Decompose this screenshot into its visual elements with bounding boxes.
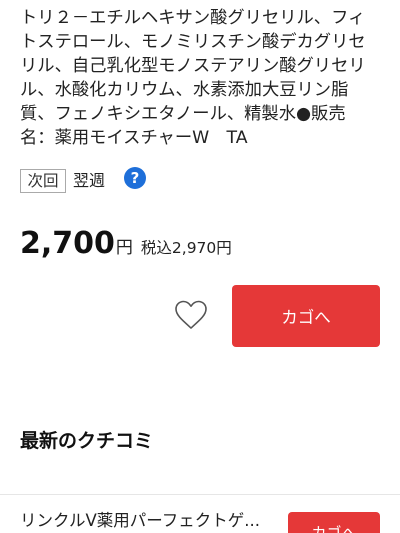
price-amount: 2,700 (20, 226, 115, 261)
related-item-cart-label: カゴへ (311, 524, 357, 533)
related-item-cart-button[interactable]: カゴへ (288, 512, 380, 533)
ingredients-line: ル、水酸化カリウム、水素添加大豆リン脂 (20, 80, 349, 100)
favorite-button[interactable] (174, 300, 208, 330)
ingredients-line: 名：薬用モイスチャーW TA (20, 128, 248, 148)
ingredients-line: トリ２－エチルヘキサン酸グリセリル、フィ (20, 8, 366, 28)
reviews-heading: 最新のクチコミ (20, 430, 154, 452)
divider (0, 494, 400, 495)
heart-outline-icon (175, 300, 207, 329)
delivery-label: 次回 (20, 169, 66, 193)
price-tax-included: 税込2,970円 (140, 239, 232, 257)
question-circle-icon[interactable]: ? (124, 167, 146, 189)
ingredients-line: リル、自己乳化型モノステアリン酸グリセリ (20, 56, 366, 76)
ingredients-line: 質、フェノキシエタノール、精製水●販売 (20, 104, 346, 124)
ingredients-line: トステロール、モノミリスチン酸デカグリセ (20, 32, 366, 52)
price-unit: 円 (115, 238, 133, 258)
add-to-cart-button[interactable]: カゴへ (232, 285, 380, 347)
delivery-value: 翌週 (73, 171, 106, 190)
price: 2,700 円 税込2,970円 (20, 224, 232, 264)
related-item-title[interactable]: リンクルV薬用パーフェクトゲ... (20, 509, 278, 533)
